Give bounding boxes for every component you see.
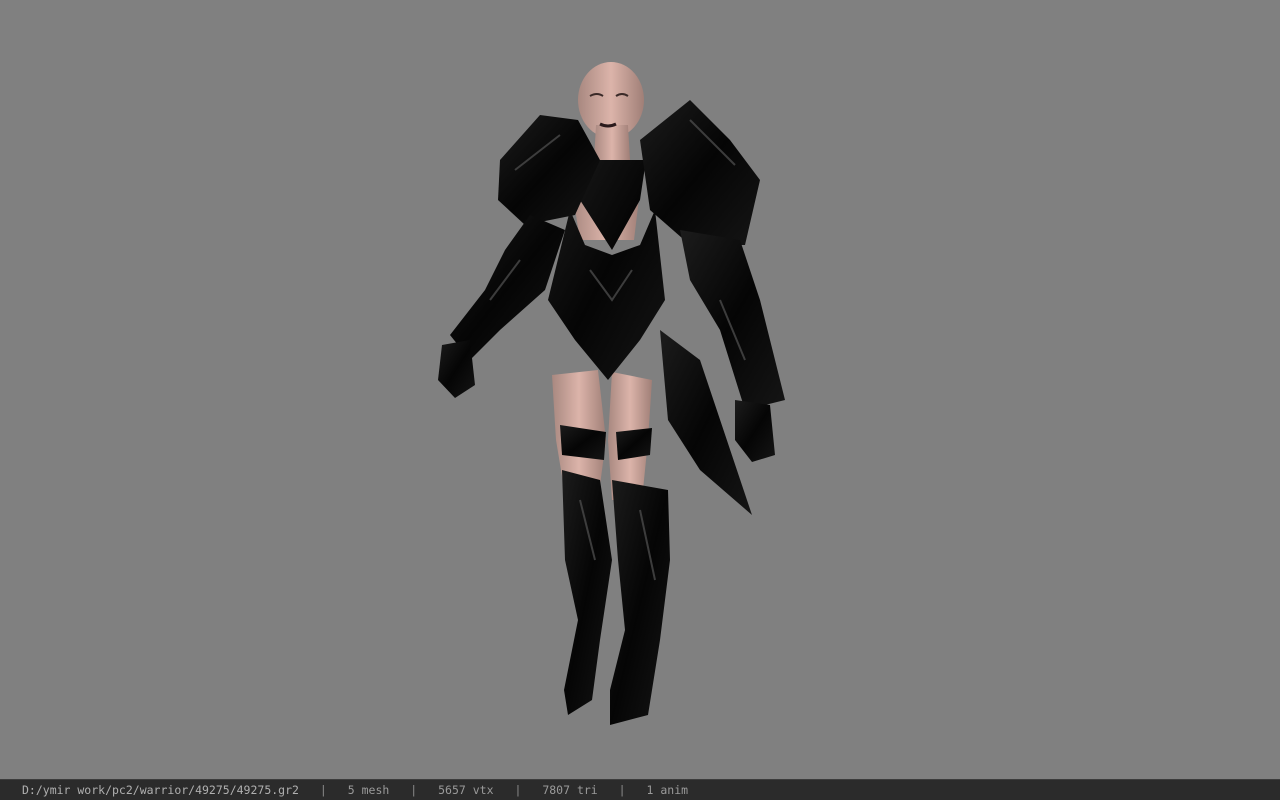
right-boot [610, 480, 670, 725]
right-hand [735, 400, 775, 462]
separator: | [410, 783, 418, 797]
separator: | [319, 783, 327, 797]
3d-viewport[interactable] [0, 0, 1280, 779]
separator: | [618, 783, 626, 797]
left-hand [438, 340, 475, 398]
separator: | [514, 783, 522, 797]
left-arm [450, 215, 565, 360]
triangle-count-label: 7807 tri [542, 783, 598, 797]
character-model[interactable] [0, 0, 1280, 779]
anim-count-label: 1 anim [646, 783, 689, 797]
neck [594, 125, 630, 160]
right-shoulder-pauldron [640, 100, 760, 245]
left-boot [562, 470, 612, 715]
mesh-count-label: 5 mesh [347, 783, 390, 797]
right-thigh-band [616, 428, 652, 460]
file-path-label: D:/ymir work/pc2/warrior/49275/49275.gr2 [22, 783, 299, 797]
vertex-count-label: 5657 vtx [438, 783, 494, 797]
status-bar: D:/ymir work/pc2/warrior/49275/49275.gr2… [0, 779, 1280, 800]
